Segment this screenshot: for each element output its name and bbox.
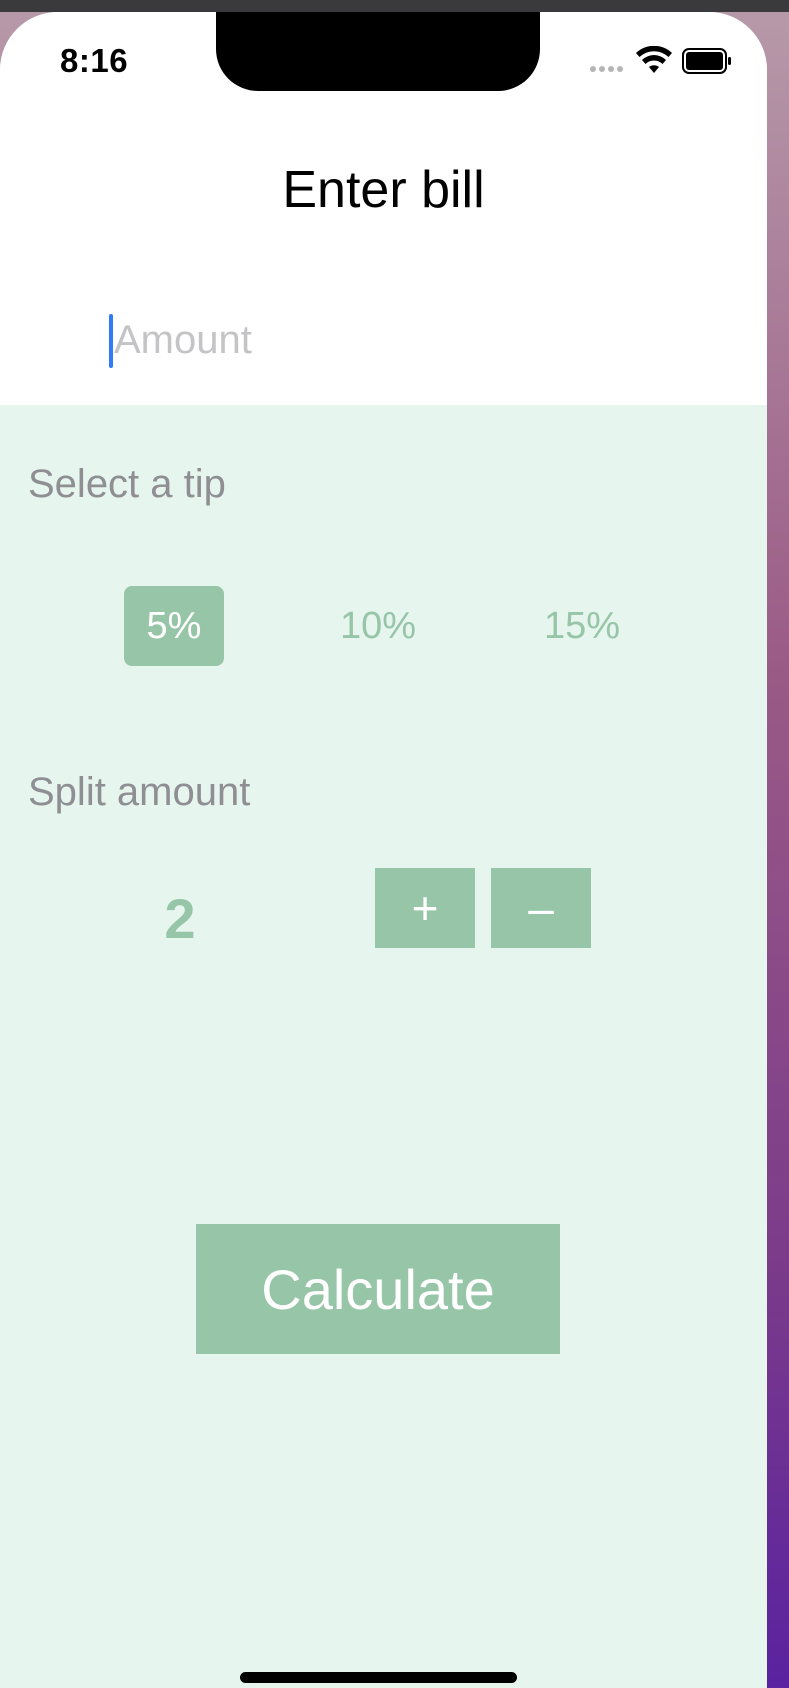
tip-section-label: Select a tip [28,462,226,506]
split-section-label: Split amount [28,770,251,814]
decrement-button[interactable]: – [491,868,591,948]
amount-input[interactable] [108,308,674,372]
wifi-icon [636,46,672,73]
tip-option-15[interactable]: 15% [532,586,632,666]
split-count-value: 2 [164,887,196,950]
status-icons [590,46,740,76]
phone-screen: 8:16 Enter bill Select a tip 5% 10% 15% … [0,12,767,1688]
page-title: Enter bill [282,161,485,219]
device-notch [216,12,540,91]
text-caret [109,314,113,368]
signal-dots-icon [590,66,626,74]
battery-icon [682,48,731,74]
increment-button[interactable]: + [375,868,475,948]
tip-option-10[interactable]: 10% [328,586,428,666]
window-top-strip [0,0,789,12]
status-time: 8:16 [60,42,129,79]
home-indicator [240,1672,517,1683]
calculate-button[interactable]: Calculate [196,1224,560,1354]
tip-option-5[interactable]: 5% [124,586,224,666]
